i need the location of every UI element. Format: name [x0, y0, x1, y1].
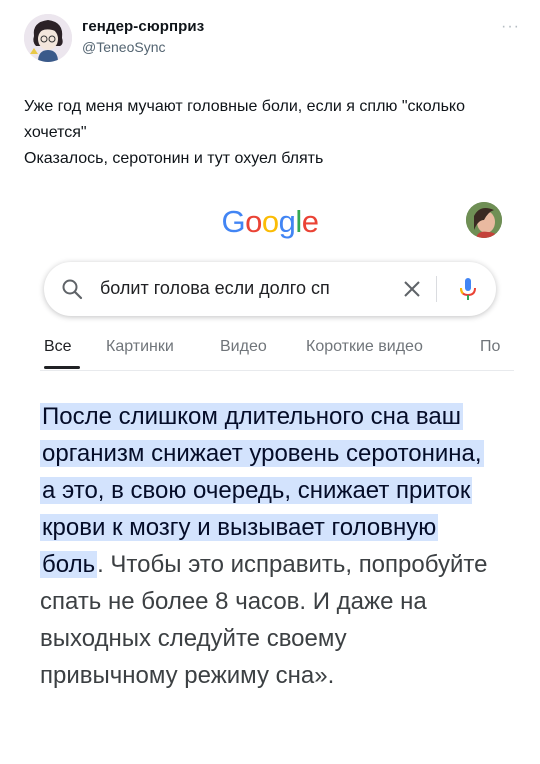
mic-icon[interactable] [454, 275, 482, 303]
tab-images[interactable]: Картинки [106, 338, 174, 356]
google-logo: Google [0, 204, 540, 240]
search-bar[interactable]: болит голова если долго сп [44, 262, 496, 316]
author-handle[interactable]: @TeneoSync [82, 39, 165, 55]
featured-snippet: После слишком длительного сна ваш органи… [40, 398, 490, 694]
logo-letter: G [221, 204, 246, 239]
logo-letter: e [301, 204, 319, 239]
embedded-screenshot: Google болит голова если долго сп Все Ка… [0, 188, 540, 764]
active-tab-indicator [44, 366, 80, 369]
logo-letter: o [245, 204, 262, 239]
search-tabs: Все Картинки Видео Короткие видео По [40, 338, 540, 378]
tweet-text-line: Уже год меня мучают головные боли, если … [24, 98, 470, 141]
tweet-text-line: Оказалось, серотонин и тут охуел блять [24, 150, 324, 167]
tabs-divider [40, 370, 514, 371]
answer-rest: . Чтобы это исправить, попробуйте спать … [40, 551, 488, 689]
search-icon[interactable] [60, 277, 84, 301]
tweet-text: Уже год меня мучают головные боли, если … [24, 94, 524, 172]
more-icon[interactable]: ··· [501, 18, 520, 36]
search-input[interactable]: болит голова если долго сп [100, 278, 396, 299]
profile-avatar[interactable] [466, 202, 502, 238]
logo-letter: g [278, 204, 296, 239]
avatar[interactable] [24, 14, 72, 62]
tab-more[interactable]: По [480, 338, 500, 356]
tab-all[interactable]: Все [44, 338, 72, 356]
search-separator [436, 276, 437, 302]
author-name[interactable]: гендер-сюрприз [82, 18, 204, 35]
tab-short-videos[interactable]: Короткие видео [306, 338, 423, 356]
close-icon[interactable] [400, 277, 424, 301]
logo-letter: o [261, 204, 279, 239]
tab-video[interactable]: Видео [220, 338, 267, 356]
